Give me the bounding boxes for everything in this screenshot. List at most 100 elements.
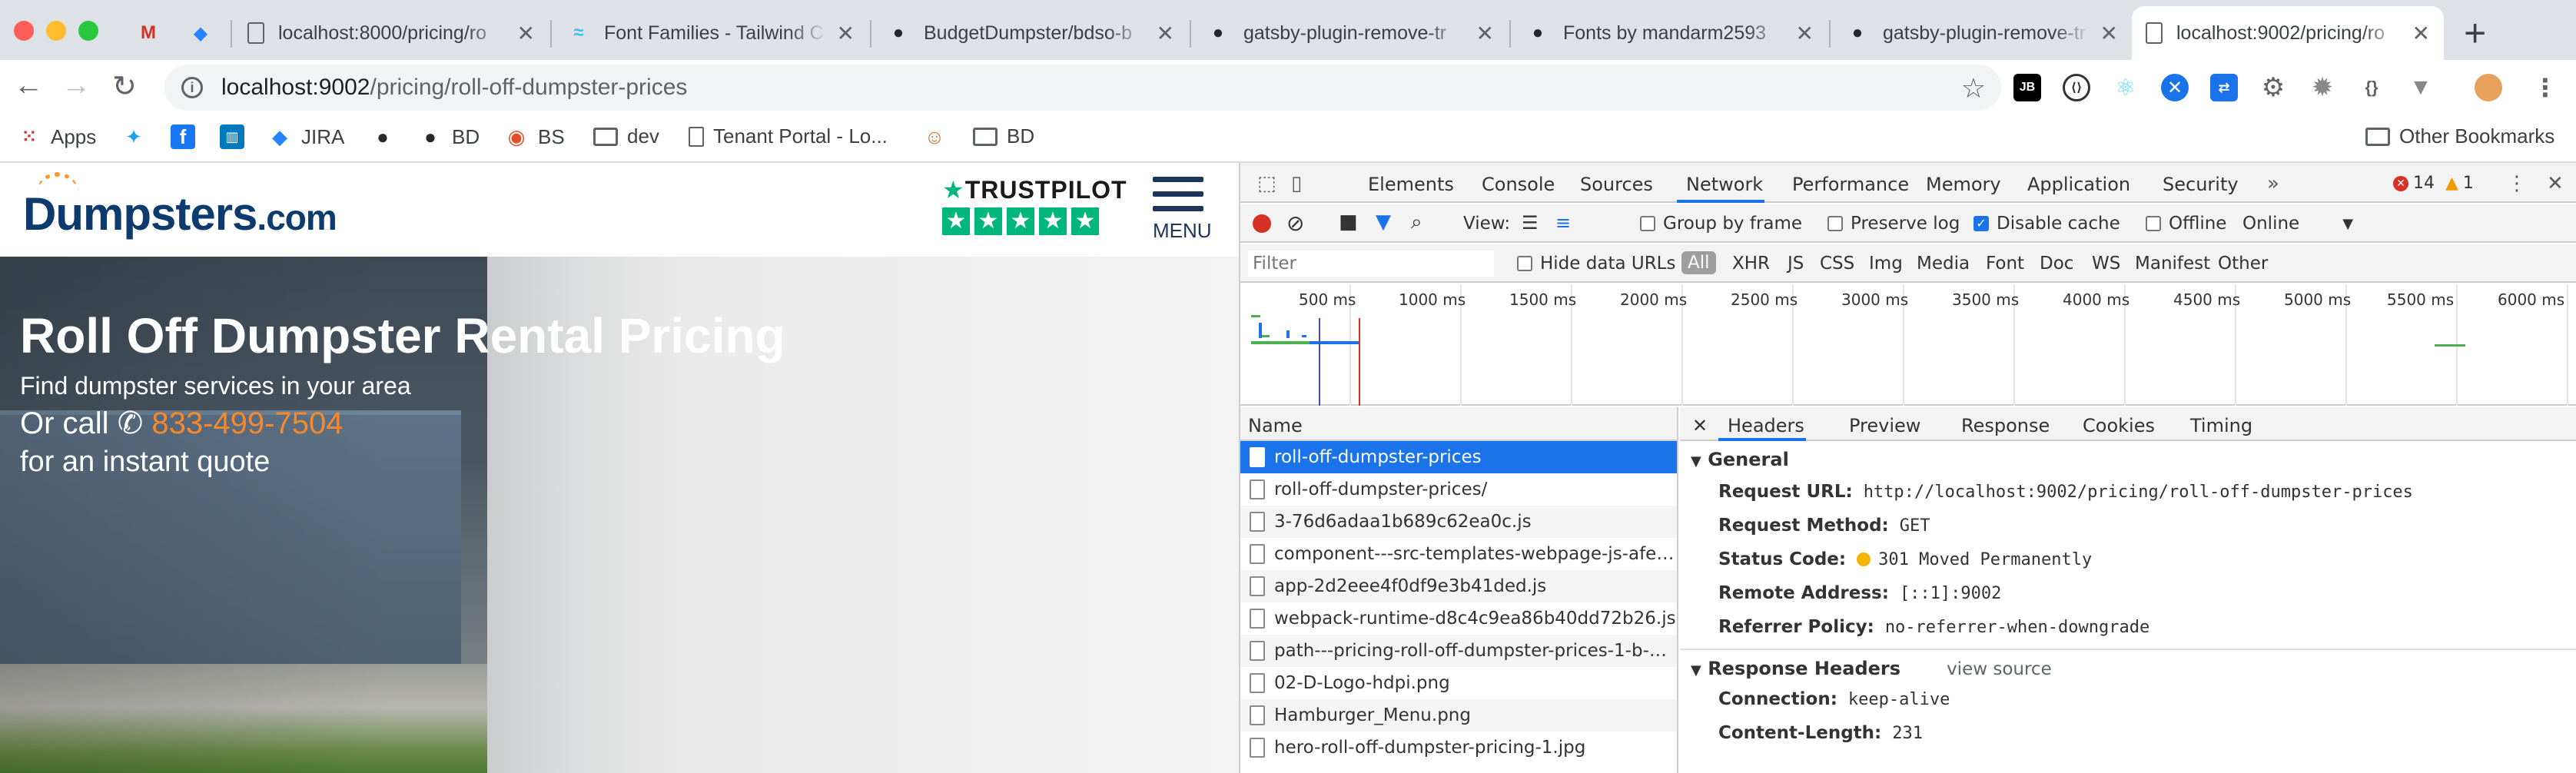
trustpilot-badge[interactable]: ★TRUSTPILOT ★ ★ ★ ★ ★ <box>942 175 1127 235</box>
tab-headers[interactable]: Headers <box>1728 415 1804 436</box>
request-row[interactable]: 02-D-Logo-hdpi.png <box>1240 667 1677 699</box>
tab-github-gatsby-2[interactable]: ● gatsby-plugin-remove-tr ✕ <box>1832 6 2132 60</box>
filter-type-doc[interactable]: Doc <box>2040 254 2073 274</box>
error-warning-counter[interactable]: ✕ 14 ▲ 1 <box>2393 174 2474 193</box>
waterfall-icon[interactable]: ≡ <box>1555 212 1571 234</box>
tab-cookies[interactable]: Cookies <box>2083 415 2155 436</box>
inspect-element-icon[interactable]: ⬚ <box>1257 172 1276 195</box>
network-timeline-overview[interactable]: 500 ms 1000 ms 1500 ms 2000 ms 2500 ms 3… <box>1240 284 2576 406</box>
tab-localhost-9002[interactable]: localhost:9002/pricing/ro ✕ <box>2132 6 2444 60</box>
settings-extension-icon[interactable]: ✹ <box>2309 73 2336 102</box>
filter-type-xhr[interactable]: XHR <box>1732 254 1770 274</box>
bookmark-bd-folder[interactable]: BD <box>973 124 1034 148</box>
bookmark-apps[interactable]: ⁙ Apps <box>17 124 96 149</box>
filter-type-css[interactable]: CSS <box>1820 254 1854 274</box>
close-tab-icon[interactable]: ✕ <box>1476 21 1494 46</box>
tab-memory[interactable]: Memory <box>1926 174 2001 195</box>
info-icon[interactable]: i <box>181 77 203 98</box>
tab-jira[interactable]: ◆ <box>175 6 226 60</box>
bookmark-avatar[interactable]: ☺ <box>922 124 956 149</box>
tab-network[interactable]: Network <box>1686 174 1763 195</box>
close-tab-icon[interactable]: ✕ <box>1157 21 1174 46</box>
clear-icon[interactable]: ⊘ <box>1286 211 1304 236</box>
tab-localhost-8000[interactable]: localhost:8000/pricing/ro ✕ <box>234 6 549 60</box>
request-row[interactable]: component---src-templates-webpage-js-afe… <box>1240 538 1677 570</box>
filter-type-media[interactable]: Media <box>1917 254 1970 274</box>
request-row[interactable]: path---pricing-roll-off-dumpster-prices-… <box>1240 635 1677 667</box>
tab-github-gatsby-1[interactable]: ● gatsby-plugin-remove-tr ✕ <box>1193 6 1508 60</box>
bookmark-star-icon[interactable]: ☆ <box>1961 72 1986 105</box>
filter-input[interactable] <box>1248 250 1494 277</box>
bookmark-bs[interactable]: ◉ BS <box>504 124 565 149</box>
profile-avatar-icon[interactable] <box>2475 74 2502 101</box>
tab-github-bdso[interactable]: ● BudgetDumpster/bdso-b ✕ <box>873 6 1188 60</box>
reload-icon[interactable]: ↻ <box>112 69 137 104</box>
translate-extension-icon[interactable]: ⇄ <box>2210 74 2238 101</box>
close-tab-icon[interactable]: ✕ <box>837 21 855 46</box>
group-by-frame-checkbox[interactable]: Group by frame <box>1640 214 1802 234</box>
tab-performance[interactable]: Performance <box>1792 174 1909 195</box>
gear-extension-icon[interactable]: ⚙ <box>2259 73 2287 102</box>
bookmark-github[interactable]: ● <box>370 124 404 149</box>
response-headers-section-header[interactable]: ▼ Response Headers view source <box>1680 649 2576 682</box>
request-row[interactable]: app-2d2eee4f0df9e3b41ded.js <box>1240 570 1677 602</box>
request-row[interactable]: roll-off-dumpster-prices/ <box>1240 473 1677 506</box>
filter-type-all[interactable]: All <box>1681 251 1716 274</box>
close-devtools-icon[interactable]: ✕ <box>2547 172 2564 195</box>
tab-preview[interactable]: Preview <box>1849 415 1920 436</box>
bookmark-jira[interactable]: ◆ JIRA <box>267 124 344 149</box>
close-tab-icon[interactable]: ✕ <box>2412 21 2430 46</box>
filter-type-img[interactable]: Img <box>1869 254 1903 274</box>
screenshot-icon[interactable]: ■ <box>1339 211 1358 234</box>
tab-gmail[interactable]: M <box>123 6 174 60</box>
disable-cache-checkbox[interactable]: ✓ Disable cache <box>1973 214 2120 234</box>
close-tab-icon[interactable]: ✕ <box>2100 21 2118 46</box>
close-tab-icon[interactable]: ✕ <box>1796 21 1814 46</box>
filter-type-font[interactable]: Font <box>1986 254 2024 274</box>
search-icon[interactable]: ⌕ <box>1411 211 1422 234</box>
json-extension-icon[interactable]: {} <box>2358 74 2385 101</box>
bookmark-dev-folder[interactable]: dev <box>593 124 659 148</box>
request-row[interactable]: 3-76d6adaa1b689c62ea0c.js <box>1240 506 1677 538</box>
bookmark-tenant-portal[interactable]: Tenant Portal - Lo... <box>689 124 888 148</box>
general-section-header[interactable]: ▼ General <box>1680 441 2576 475</box>
dumpsters-logo[interactable]: Dumpsters.com <box>23 172 337 241</box>
record-button[interactable] <box>1253 214 1271 233</box>
close-detail-icon[interactable]: ✕ <box>1692 415 1708 436</box>
devtools-extension-icon[interactable]: ⟨⟩ <box>2063 74 2090 101</box>
request-row[interactable]: hero-roll-off-dumpster-pricing-1.jpg <box>1240 732 1677 764</box>
address-bar[interactable]: i localhost:9002/pricing/roll-off-dumpst… <box>164 65 2001 111</box>
tab-github-fonts[interactable]: ● Fonts by mandarm2593 ✕ <box>1512 6 1827 60</box>
devtools-menu-icon[interactable]: ⋮ <box>2507 172 2527 195</box>
more-tabs-icon[interactable]: » <box>2267 172 2279 195</box>
blue-extension-icon[interactable]: ✕ <box>2161 74 2189 101</box>
minimize-window-button[interactable] <box>46 21 66 41</box>
throttling-select[interactable]: Online ▼ <box>2242 214 2353 234</box>
maximize-window-button[interactable] <box>78 21 98 41</box>
view-source-link[interactable]: view source <box>1947 659 2052 679</box>
close-tab-icon[interactable]: ✕ <box>517 21 535 46</box>
close-window-button[interactable] <box>14 21 34 41</box>
request-row[interactable]: webpack-runtime-d8c4c9ea86b40dd72b26.js <box>1240 602 1677 635</box>
offline-checkbox[interactable]: Offline <box>2146 214 2226 234</box>
name-column-header[interactable]: Name <box>1240 407 1677 441</box>
hamburger-menu-button[interactable]: MENU <box>1153 177 1212 243</box>
back-arrow-icon[interactable]: ← <box>14 69 43 102</box>
preserve-log-checkbox[interactable]: Preserve log <box>1827 214 1960 234</box>
forward-arrow-icon[interactable]: → <box>61 69 91 102</box>
request-row[interactable]: Hamburger_Menu.png <box>1240 699 1677 732</box>
jetbrains-extension-icon[interactable]: JB <box>2013 74 2041 101</box>
tab-application[interactable]: Application <box>2027 174 2130 195</box>
tab-console[interactable]: Console <box>1482 174 1555 195</box>
filter-type-ws[interactable]: WS <box>2092 254 2120 274</box>
device-toolbar-icon[interactable]: ▯ <box>1291 172 1302 195</box>
more-menu-icon[interactable]: ⋮ <box>2531 74 2559 101</box>
bookmark-bd-github[interactable]: ● BD <box>418 124 480 149</box>
tab-elements[interactable]: Elements <box>1368 174 1454 195</box>
vue-extension-icon[interactable]: ▼ <box>2407 74 2435 101</box>
tab-tailwind[interactable]: ≈ Font Families - Tailwind C ✕ <box>553 6 868 60</box>
url-text[interactable]: localhost:9002/pricing/roll-off-dumpster… <box>221 75 687 101</box>
bookmark-trello[interactable]: ▥ <box>220 124 254 149</box>
filter-icon[interactable]: ▼ <box>1376 211 1391 234</box>
bookmark-facebook[interactable]: f <box>171 124 204 149</box>
